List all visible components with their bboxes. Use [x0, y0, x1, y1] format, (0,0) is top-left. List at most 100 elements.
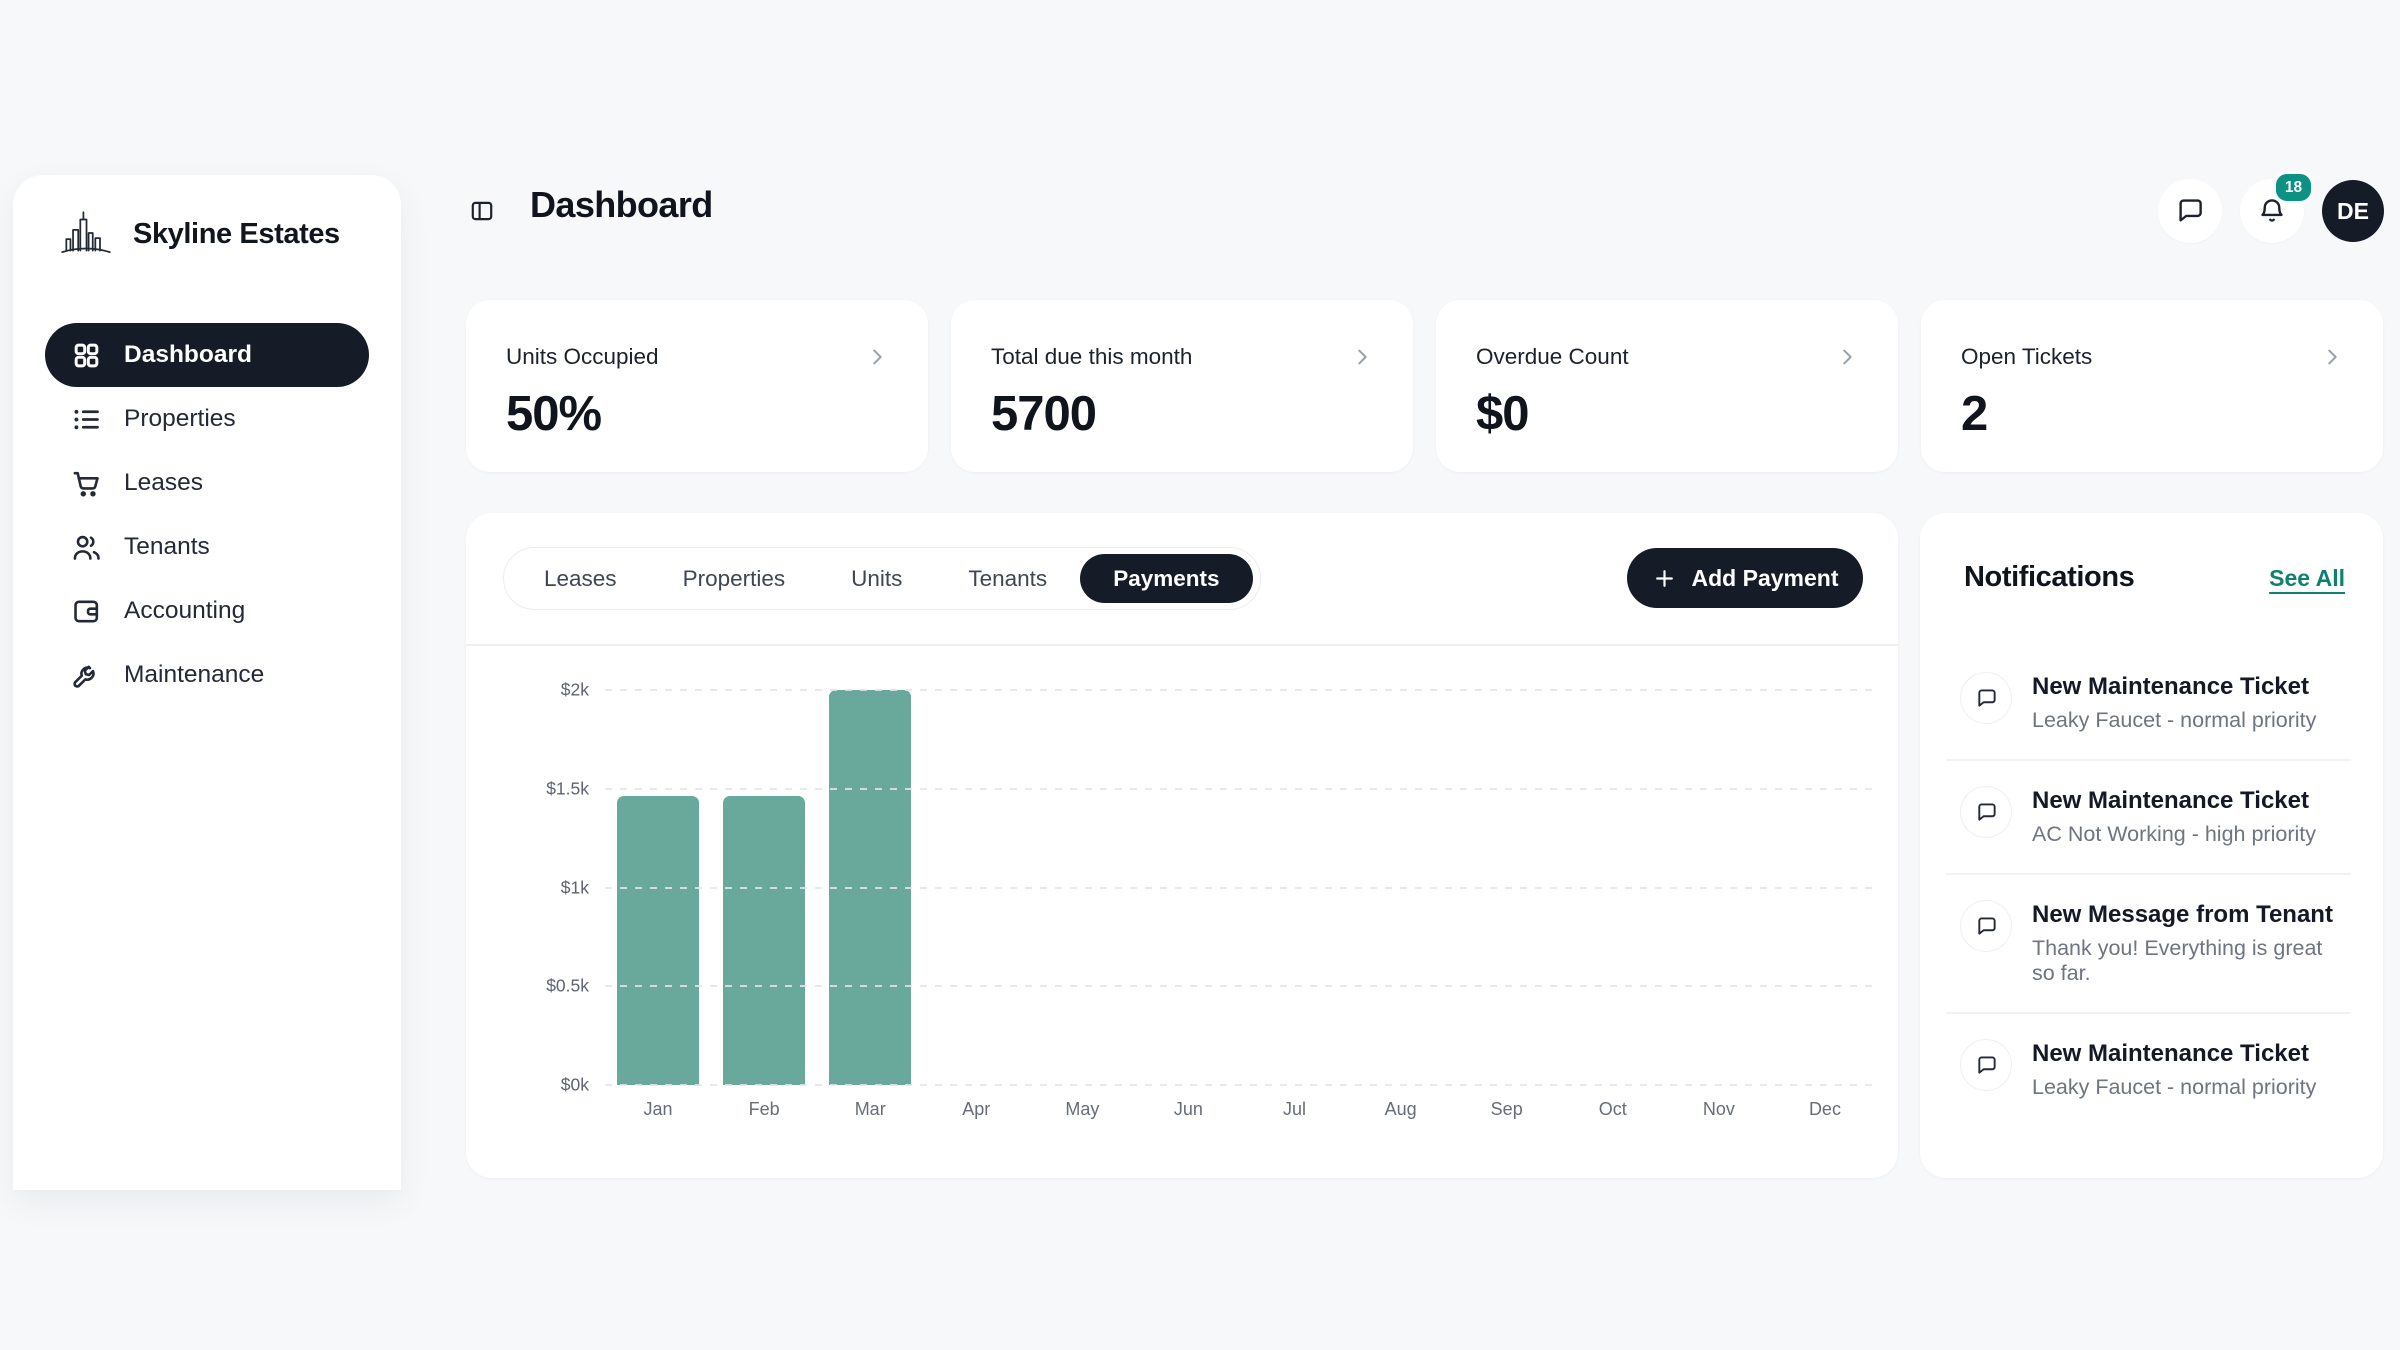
y-axis-tick-label: $2k	[499, 680, 589, 701]
notifications-list: New Maintenance Ticket Leaky Faucet - no…	[1920, 645, 2383, 1116]
chart-bar-feb[interactable]	[723, 796, 805, 1085]
sidebar-item-label: Accounting	[124, 597, 245, 625]
chart-gridline	[605, 985, 1878, 987]
y-axis-tick-label: $1k	[499, 877, 589, 898]
x-axis-tick-label: Oct	[1560, 1099, 1666, 1120]
x-axis-tick-label: Dec	[1772, 1099, 1878, 1120]
y-axis-tick-label: $0k	[499, 1075, 589, 1096]
notification-subtitle: Leaky Faucet - normal priority	[2032, 1075, 2316, 1100]
sidebar-item-label: Properties	[124, 405, 236, 433]
grid-icon	[71, 340, 102, 371]
x-axis-tick-label: Jun	[1135, 1099, 1241, 1120]
brand-name: Skyline Estates	[133, 218, 340, 251]
message-bubble-icon	[1960, 786, 2012, 838]
panel-left-icon	[469, 198, 495, 224]
chart-gridline	[605, 788, 1878, 790]
stat-value: 5700	[991, 386, 1373, 442]
sidebar-item-label: Dashboard	[124, 341, 252, 369]
sidebar-item-label: Tenants	[124, 533, 210, 561]
sidebar: Skyline Estates Dashboard	[13, 175, 401, 1190]
stat-label: Overdue Count	[1476, 344, 1629, 370]
x-axis-tick-label: Aug	[1348, 1099, 1454, 1120]
notification-count-badge: 18	[2273, 171, 2314, 204]
stats-row: Units Occupied 50% Total due this month …	[466, 300, 2383, 472]
notification-title: New Message from Tenant	[2032, 901, 2347, 929]
notification-subtitle: Leaky Faucet - normal priority	[2032, 708, 2316, 733]
tab-payments[interactable]: Payments	[1080, 554, 1252, 603]
stat-label: Units Occupied	[506, 344, 659, 370]
avatar[interactable]: DE	[2322, 180, 2384, 242]
x-axis-tick-label: Jul	[1242, 1099, 1348, 1120]
sidebar-item-tenants[interactable]: Tenants	[45, 515, 369, 579]
x-axis-tick-label: May	[1029, 1099, 1135, 1120]
notification-title: New Maintenance Ticket	[2032, 1040, 2316, 1068]
message-bubble-icon	[1960, 1039, 2012, 1091]
wrench-icon	[71, 660, 102, 691]
chevron-right-icon	[1836, 346, 1858, 368]
stat-card-open-tickets[interactable]: Open Tickets 2	[1921, 300, 2383, 472]
wallet-icon	[71, 596, 102, 627]
stat-value: $0	[1476, 386, 1858, 442]
stat-label: Open Tickets	[1961, 344, 2092, 370]
messages-button[interactable]	[2158, 179, 2222, 243]
skyline-logo-icon	[57, 205, 115, 263]
topbar-actions: 18 DE	[2158, 179, 2384, 243]
message-bubble-icon	[1960, 900, 2012, 952]
list-icon	[71, 404, 102, 435]
stat-value: 2	[1961, 386, 2343, 442]
tab-properties[interactable]: Properties	[650, 554, 819, 603]
chevron-right-icon	[2321, 346, 2343, 368]
x-axis-tick-label: Sep	[1454, 1099, 1560, 1120]
x-axis-tick-label: Jan	[605, 1099, 711, 1120]
x-axis-tick-label: Feb	[711, 1099, 817, 1120]
sidebar-item-dashboard[interactable]: Dashboard	[45, 323, 369, 387]
sidebar-toggle-button[interactable]	[464, 194, 500, 230]
chat-bubble-icon	[2175, 196, 2205, 226]
cart-icon	[71, 468, 102, 499]
sidebar-item-label: Maintenance	[124, 661, 264, 689]
sidebar-nav: Dashboard Properties Lea	[45, 323, 369, 707]
notification-subtitle: AC Not Working - high priority	[2032, 822, 2316, 847]
see-all-link[interactable]: See All	[2269, 565, 2345, 592]
message-bubble-icon	[1960, 672, 2012, 724]
plus-icon	[1652, 566, 1677, 591]
tab-units[interactable]: Units	[818, 554, 935, 603]
sidebar-item-maintenance[interactable]: Maintenance	[45, 643, 369, 707]
stat-value: 50%	[506, 386, 888, 442]
chevron-right-icon	[866, 346, 888, 368]
x-axis-tick-label: Apr	[923, 1099, 1029, 1120]
stat-label: Total due this month	[991, 344, 1192, 370]
list-item[interactable]: New Message from Tenant Thank you! Every…	[1920, 873, 2383, 1012]
x-axis-tick-label: Mar	[817, 1099, 923, 1120]
add-payment-button[interactable]: Add Payment	[1627, 548, 1863, 608]
sidebar-item-properties[interactable]: Properties	[45, 387, 369, 451]
chart-bar-jan[interactable]	[617, 796, 699, 1085]
page-title: Dashboard	[530, 184, 713, 226]
payments-panel: Leases Properties Units Tenants Payments…	[466, 513, 1898, 1178]
y-axis-tick-label: $1.5k	[499, 778, 589, 799]
y-axis-tick-label: $0.5k	[499, 976, 589, 997]
users-icon	[71, 532, 102, 563]
notifications-panel: Notifications See All New Maintenance Ti…	[1920, 513, 2383, 1178]
list-item[interactable]: New Maintenance Ticket Leaky Faucet - no…	[1920, 1012, 2383, 1116]
sidebar-item-leases[interactable]: Leases	[45, 451, 369, 515]
payments-bar-chart: $0k$0.5k$1k$1.5k$2kJanFebMarAprMayJunJul…	[605, 690, 1878, 1085]
tab-tenants[interactable]: Tenants	[935, 554, 1080, 603]
stat-card-overdue-count[interactable]: Overdue Count $0	[1436, 300, 1898, 472]
sidebar-item-label: Leases	[124, 469, 203, 497]
list-item[interactable]: New Maintenance Ticket AC Not Working - …	[1920, 759, 2383, 873]
stat-card-total-due[interactable]: Total due this month 5700	[951, 300, 1413, 472]
x-axis-tick-label: Nov	[1666, 1099, 1772, 1120]
sidebar-item-accounting[interactable]: Accounting	[45, 579, 369, 643]
add-payment-label: Add Payment	[1692, 565, 1839, 592]
tab-bar: Leases Properties Units Tenants Payments	[503, 547, 1261, 610]
notifications-title: Notifications	[1964, 561, 2134, 594]
tab-leases[interactable]: Leases	[511, 554, 650, 603]
stat-card-units-occupied[interactable]: Units Occupied 50%	[466, 300, 928, 472]
list-item[interactable]: New Maintenance Ticket Leaky Faucet - no…	[1920, 645, 2383, 759]
notifications-button[interactable]: 18	[2240, 179, 2304, 243]
chart-gridline	[605, 689, 1878, 691]
chevron-right-icon	[1351, 346, 1373, 368]
brand: Skyline Estates	[57, 205, 340, 263]
chart-gridline	[605, 1084, 1878, 1086]
